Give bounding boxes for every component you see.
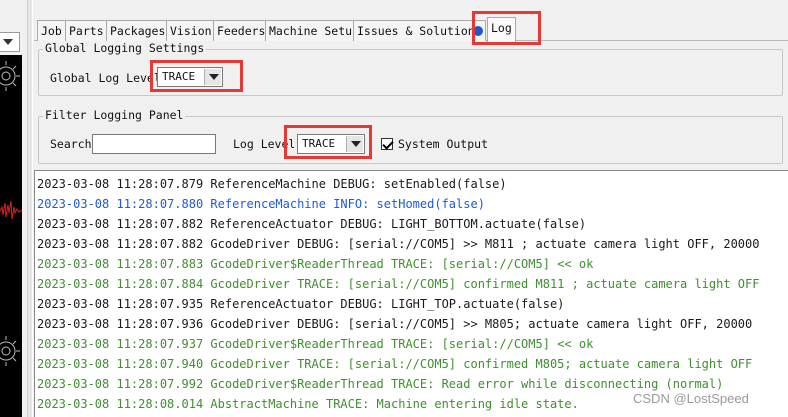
tab-machine-setup[interactable]: Machine Setup — [265, 20, 364, 41]
log-level-label: Log Level: — [233, 137, 303, 151]
log-line: 2023-03-08 11:28:07.882 GcodeDriver DEBU… — [37, 237, 760, 251]
search-input[interactable] — [92, 134, 216, 154]
tab-issues-solutions[interactable]: Issues & Solutions — [353, 20, 486, 41]
selected-value: TRACE — [162, 70, 196, 83]
tab-parts[interactable]: Parts — [65, 20, 108, 41]
watermark: CSDN @LostSpeed — [633, 391, 749, 406]
log-line: 2023-03-08 11:28:08.014 AbstractMachine … — [37, 397, 579, 411]
log-line: 2023-03-08 11:28:07.880 ReferenceMachine… — [37, 197, 485, 211]
search-label: Search — [50, 137, 92, 151]
log-line: 2023-03-08 11:28:07.935 ReferenceActuato… — [37, 297, 565, 311]
log-line: 2023-03-08 11:28:07.937 GcodeDriver$Read… — [37, 337, 594, 351]
left-dropdown[interactable] — [0, 32, 20, 52]
log-line: 2023-03-08 11:28:07.936 GcodeDriver DEBU… — [37, 317, 753, 331]
crosshair-icon — [0, 336, 20, 366]
chevron-down-icon — [209, 74, 219, 80]
chevron-down-icon — [351, 141, 361, 147]
tab-feeders[interactable]: Feeders — [213, 20, 270, 41]
left-panel — [0, 0, 34, 417]
system-output-checkbox[interactable] — [381, 138, 393, 150]
global-log-level-label: Global Log Level — [50, 71, 161, 85]
global-log-level-select[interactable]: TRACE — [157, 67, 223, 87]
tab-packages[interactable]: Packages — [106, 20, 170, 41]
system-output-label: System Output — [398, 137, 489, 151]
tab-vision[interactable]: Vision — [166, 20, 216, 41]
dropdown-button[interactable] — [204, 69, 221, 85]
log-line: 2023-03-08 11:28:07.992 GcodeDriver$Read… — [37, 377, 724, 391]
dropdown-button[interactable] — [346, 136, 363, 152]
log-line: 2023-03-08 11:28:07.940 GcodeDriver TRAC… — [37, 357, 753, 371]
group-title: Global Logging Settings — [43, 41, 207, 55]
log-output-panel[interactable]: 2023-03-08 11:28:07.879 ReferenceMachine… — [34, 170, 788, 417]
log-line: 2023-03-08 11:28:07.882 ReferenceActuato… — [37, 217, 587, 231]
split-pane-divider[interactable] — [27, 0, 33, 417]
log-level-select[interactable]: TRACE — [297, 134, 365, 154]
log-line: 2023-03-08 11:28:07.883 GcodeDriver$Read… — [37, 257, 594, 271]
camera-view — [0, 55, 22, 417]
tab-job[interactable]: Job — [37, 20, 66, 41]
log-line: 2023-03-08 11:28:07.879 ReferenceMachine… — [37, 177, 507, 191]
selected-value: TRACE — [302, 137, 336, 150]
signal-trace — [0, 200, 22, 220]
chevron-down-icon — [3, 39, 13, 45]
group-title: Filter Logging Panel — [43, 108, 186, 122]
status-dot-icon — [473, 26, 483, 36]
crosshair-icon — [0, 61, 20, 91]
log-line: 2023-03-08 11:28:07.884 GcodeDriver TRAC… — [37, 277, 760, 291]
tab-log[interactable]: Log — [487, 17, 516, 42]
